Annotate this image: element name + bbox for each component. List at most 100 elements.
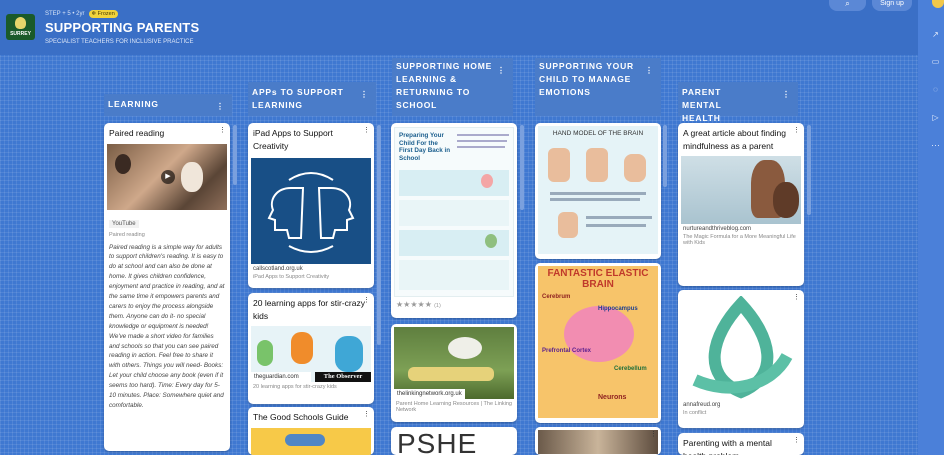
card-hand-model[interactable]: ⋮ HAND MODEL OF THE BRAIN <box>535 123 661 259</box>
logo-text: SURREY <box>10 31 31 37</box>
star-rating[interactable]: ★★★★★ (1) <box>391 297 517 312</box>
card-title: iPad Apps to Support Creativity <box>253 128 333 151</box>
breadcrumb: STEP + 5 • 2yr ❄ Frozen <box>45 10 118 18</box>
more-icon[interactable]: ··· <box>931 141 940 150</box>
family-photo <box>538 430 658 454</box>
card-title: Parenting with a mental health problem <box>683 438 772 455</box>
card-caption: 20 learning apps for stir-crazy kids <box>253 384 337 390</box>
tablet-graphic <box>285 433 325 446</box>
column-scrollbar[interactable] <box>663 125 667 187</box>
ducks-photo: thelinkingnetwork.org.uk <box>394 327 514 399</box>
doc-section <box>399 200 509 226</box>
search-button[interactable]: ⌕ <box>829 0 866 11</box>
card-elastic-brain[interactable]: ⋮ FANTASTIC ELASTIC BRAIN Cerebrum Hippo… <box>535 263 661 423</box>
column-title: APPs TO SUPPORT LEARNING <box>252 87 344 110</box>
text-line <box>586 216 652 219</box>
column-header-emotions[interactable]: SUPPORTING YOUR CHILD TO MANAGE EMOTIONS… <box>535 58 661 116</box>
slideshow-icon[interactable]: ▭ <box>931 57 940 66</box>
document-title: Preparing Your Child For the First Day B… <box>399 132 451 162</box>
card-photo[interactable]: ⋮ <box>535 427 661 455</box>
source-label: callscotland.org.uk <box>253 266 303 272</box>
card-good-schools[interactable]: The Good Schools Guide ⋮ <box>248 407 374 455</box>
card-anna-freud[interactable]: ⋮ annafreud.org In conflict <box>678 290 804 428</box>
source-label: thelinkingnetwork.org.uk <box>394 389 465 399</box>
search-icon: ⌕ <box>845 0 850 8</box>
column-menu-icon[interactable]: ⋮ <box>360 88 368 101</box>
column-header-learning[interactable]: LEARNING ⋮ <box>104 94 232 116</box>
brain-label: Neurons <box>598 394 627 401</box>
card-caption: In conflict <box>683 410 707 416</box>
card-menu-icon[interactable]: ⋮ <box>793 126 800 134</box>
card-title: A great article about finding mindfulnes… <box>683 128 787 151</box>
card-caption: The Magic Formula for a More Meaningful … <box>683 234 796 246</box>
card-menu-icon[interactable]: ⋮ <box>363 126 370 134</box>
good-schools-image <box>251 427 371 455</box>
brain-label: Prefrontal Cortex <box>542 348 592 354</box>
monster-figure <box>335 336 363 372</box>
board-header: SURREY STEP + 5 • 2yr ❄ Frozen SUPPORTIN… <box>0 0 918 55</box>
card-paired-reading[interactable]: Paired reading ⋮ ▶ YouTube Paired readin… <box>104 123 230 451</box>
card-ipad-apps[interactable]: iPad Apps to Support Creativity ⋮ callsc… <box>248 123 374 288</box>
frozen-badge: ❄ Frozen <box>88 10 118 18</box>
column-title: SUPPORTING HOME LEARNING & RETURNING TO … <box>396 61 493 110</box>
child-figure <box>181 161 203 192</box>
card-title: Paired reading <box>109 128 165 138</box>
column-header-home-learning[interactable]: SUPPORTING HOME LEARNING & RETURNING TO … <box>392 58 513 116</box>
signup-button[interactable]: Sign up <box>872 0 912 11</box>
column-scrollbar[interactable] <box>807 125 811 215</box>
card-linking-network[interactable]: ⋮ thelinkingnetwork.org.uk Parent Home L… <box>391 324 517 422</box>
column-title: PARENT MENTAL HEALTH <box>682 87 722 123</box>
column-header-apps[interactable]: APPs TO SUPPORT LEARNING ⋮ <box>248 82 376 116</box>
play-icon[interactable]: ▷ <box>931 113 940 122</box>
pshe-text: PSHE <box>397 428 478 455</box>
brain-label: Hippocampus <box>598 306 638 312</box>
monster-figure <box>291 332 313 364</box>
source-label: theguardian.com <box>251 372 311 382</box>
text-line <box>457 146 505 148</box>
play-icon[interactable]: ▶ <box>161 169 175 184</box>
card-menu-icon[interactable]: ⋮ <box>363 410 370 418</box>
observer-badge: The Observer <box>315 372 371 382</box>
column-menu-icon[interactable]: ⋮ <box>645 64 653 77</box>
column-scrollbar[interactable] <box>233 125 237 185</box>
breadcrumb-text[interactable]: STEP + 5 • 2yr <box>45 11 85 17</box>
elastic-brain-poster: FANTASTIC ELASTIC BRAIN Cerebrum Hippoca… <box>538 266 658 418</box>
column-title: LEARNING <box>108 99 159 109</box>
hand-icon <box>548 148 570 182</box>
board-subtitle: SPECIALIST TEACHERS FOR INCLUSIVE PRACTI… <box>45 39 194 45</box>
column-menu-icon[interactable]: ⋮ <box>782 88 790 101</box>
surrey-logo[interactable]: SURREY <box>6 14 35 40</box>
text-line <box>586 224 646 227</box>
text-line <box>550 192 646 195</box>
duck-figure <box>448 337 482 359</box>
text-line <box>550 198 640 201</box>
card-menu-icon[interactable]: ⋮ <box>650 430 657 438</box>
column-menu-icon[interactable]: ⋮ <box>497 64 505 77</box>
card-pshe[interactable]: PSHE <box>391 427 517 455</box>
fist-icon <box>624 154 646 182</box>
hand-model-image: HAND MODEL OF THE BRAIN <box>538 126 658 254</box>
column-scrollbar[interactable] <box>377 125 381 345</box>
monsters-illustration: theguardian.com The Observer <box>251 326 371 382</box>
share-icon[interactable]: ↗ <box>931 30 940 39</box>
card-learning-apps[interactable]: 20 learning apps for stir-crazy kids ⋮ t… <box>248 293 374 404</box>
column-header-mental-health[interactable]: PARENT MENTAL HEALTH ⋮ <box>678 82 798 123</box>
person-figure <box>115 153 131 174</box>
card-mindfulness[interactable]: A great article about finding mindfulnes… <box>678 123 804 286</box>
heads-icon <box>267 172 355 253</box>
card-mental-health-problem[interactable]: Parenting with a mental health problem ⋮ <box>678 433 804 455</box>
source-label: annafreud.org <box>683 402 721 408</box>
heads-illustration <box>251 158 371 264</box>
source-label: nurtureandthriveblog.com <box>683 226 752 232</box>
card-caption: Parent Home Learning Resources | The Lin… <box>396 401 512 413</box>
bell-icon[interactable]: ◌ <box>931 85 940 94</box>
right-rail <box>918 0 944 455</box>
column-menu-icon[interactable]: ⋮ <box>216 100 224 113</box>
card-menu-icon[interactable]: ⋮ <box>363 296 370 304</box>
card-menu-icon[interactable]: ⋮ <box>793 436 800 444</box>
card-menu-icon[interactable]: ⋮ <box>219 126 226 134</box>
video-thumbnail[interactable]: ▶ <box>107 143 227 210</box>
rating-count: (1) <box>434 303 441 309</box>
card-preparing-child[interactable]: ⋮ Preparing Your Child For the First Day… <box>391 123 517 318</box>
column-scrollbar[interactable] <box>520 125 524 210</box>
